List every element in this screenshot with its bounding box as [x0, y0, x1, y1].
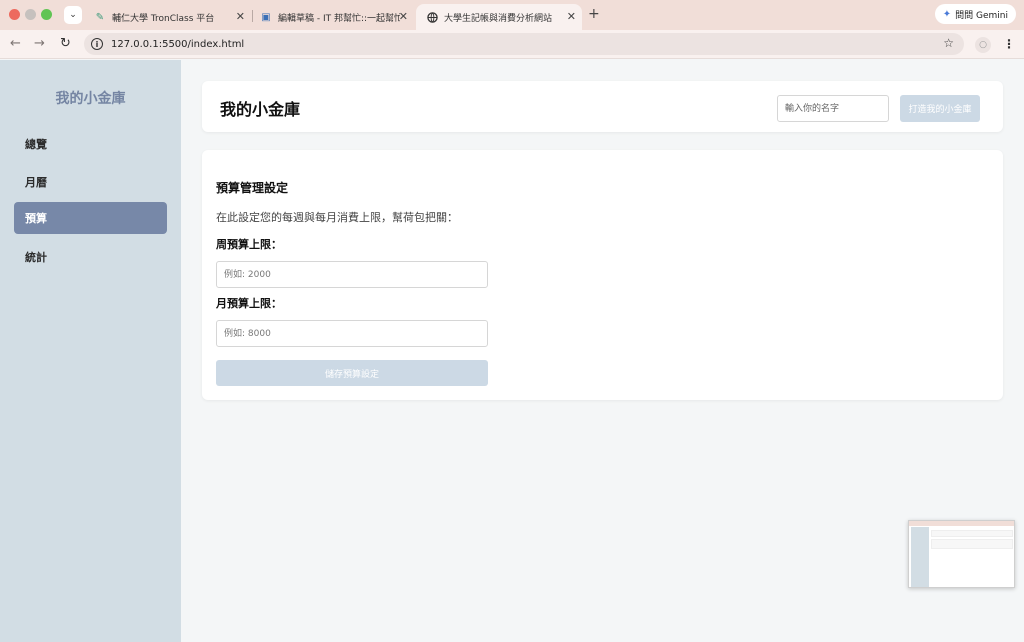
url-text: 127.0.0.1:5500/index.html: [111, 38, 245, 50]
save-budget-button[interactable]: 儲存預算設定: [216, 360, 488, 386]
main-content: 我的小金庫 打造我的小金庫 預算管理設定 在此設定您的每週與每月消費上限，幫荷包…: [181, 60, 1024, 642]
maximize-window-button[interactable]: [41, 9, 52, 20]
close-icon[interactable]: ✕: [399, 10, 408, 23]
bookmark-star-icon[interactable]: ☆: [943, 36, 954, 50]
sidebar-item-label: 預算: [25, 212, 47, 225]
thumbnail-sidebar: [911, 527, 929, 587]
header-card: 我的小金庫 打造我的小金庫: [202, 81, 1003, 132]
monthly-budget-input[interactable]: [216, 320, 488, 347]
address-bar[interactable]: i 127.0.0.1:5500/index.html ☆: [84, 33, 964, 55]
tab-title: 編輯草稿 - IT 邦幫忙::一起幫忙解決難題: [278, 13, 400, 24]
browser-tab-active[interactable]: 大學生記帳與消費分析網站 ✕: [416, 4, 582, 30]
site-info-icon[interactable]: i: [91, 38, 103, 50]
sidebar-item-label: 總覽: [25, 138, 47, 151]
page-title: 我的小金庫: [220, 100, 301, 119]
section-title: 預算管理設定: [216, 181, 289, 195]
sidebar-item-label: 統計: [25, 251, 47, 264]
sidebar-item-budget[interactable]: 預算: [14, 202, 167, 234]
thumbnail-card: [931, 539, 1013, 549]
thumbnail-header: [931, 530, 1013, 537]
close-window-button[interactable]: [9, 9, 20, 20]
browser-tab-bar: ⌄ ✎ 輔仁大學 TronClass 平台 ✕ ▣ 編輯草稿 - IT 邦幫忙:…: [0, 0, 1024, 30]
globe-icon: [426, 11, 438, 23]
profile-icon[interactable]: ○: [975, 37, 991, 53]
minimize-window-button[interactable]: [25, 9, 36, 20]
close-icon[interactable]: ✕: [236, 10, 245, 23]
sidebar-item-overview[interactable]: 總覽: [14, 128, 167, 160]
weekly-budget-input[interactable]: [216, 261, 488, 288]
tronclass-icon: ✎: [95, 11, 105, 23]
sidebar-brand: 我的小金庫: [55, 91, 126, 107]
thumbnail-tabbar: [909, 521, 1014, 526]
tab-title: 輔仁大學 TronClass 平台: [112, 13, 215, 24]
gemini-button[interactable]: ✦ 問問 Gemini: [934, 4, 1016, 24]
sidebar-item-calendar[interactable]: 月曆: [14, 166, 167, 198]
monthly-budget-label: 月預算上限：: [216, 297, 282, 310]
forward-arrow-icon[interactable]: →: [34, 36, 45, 51]
reload-icon[interactable]: ↻: [60, 36, 71, 51]
name-input[interactable]: [777, 95, 889, 122]
tab-search-button[interactable]: ⌄: [64, 6, 82, 24]
browser-toolbar: ← → ↻ i 127.0.0.1:5500/index.html ☆ ○ ⋮: [0, 30, 1024, 59]
weekly-budget-label: 周預算上限：: [216, 238, 282, 251]
sidebar-item-statistics[interactable]: 統計: [14, 241, 167, 273]
tab-divider: [252, 10, 253, 22]
budget-settings-card: 預算管理設定 在此設定您的每週與每月消費上限，幫荷包把關： 周預算上限： 月預算…: [202, 150, 1003, 400]
chevron-down-icon: ⌄: [69, 10, 77, 20]
screenshot-thumbnail[interactable]: [908, 520, 1015, 588]
section-description: 在此設定您的每週與每月消費上限，幫荷包把關：: [216, 211, 458, 224]
tab-title: 大學生記帳與消費分析網站: [444, 13, 553, 24]
back-arrow-icon[interactable]: ←: [10, 36, 21, 51]
sidebar: 我的小金庫 總覽 月曆 預算 統計: [0, 60, 181, 642]
build-vault-button[interactable]: 打造我的小金庫: [900, 95, 980, 122]
gemini-sparkle-icon: ✦: [942, 8, 952, 20]
sidebar-item-label: 月曆: [25, 176, 47, 189]
browser-tab-tronclass[interactable]: ✎ 輔仁大學 TronClass 平台 ✕: [88, 4, 251, 30]
more-menu-icon[interactable]: ⋮: [1003, 37, 1015, 51]
browser-tab-ithome[interactable]: ▣ 編輯草稿 - IT 邦幫忙::一起幫忙解決難題 ✕: [254, 4, 414, 30]
gemini-label: 問問 Gemini: [955, 10, 1008, 21]
ithome-icon: ▣: [261, 11, 271, 23]
new-tab-icon[interactable]: +: [588, 6, 600, 22]
close-icon[interactable]: ✕: [567, 10, 576, 23]
